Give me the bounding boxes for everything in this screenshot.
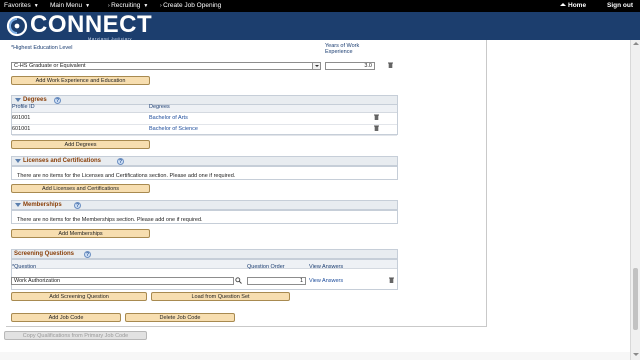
degrees-col-profile-id: Profile ID bbox=[12, 104, 35, 110]
collapse-triangle-icon[interactable] bbox=[15, 159, 21, 163]
add-licenses-button[interactable]: Add Licenses and Certifications bbox=[11, 184, 150, 193]
connect-logo-icon bbox=[6, 15, 28, 37]
brand-header: CONNECT Maryland Judiciary bbox=[0, 12, 640, 41]
help-icon[interactable]: ? bbox=[117, 158, 124, 165]
home-label: Home bbox=[568, 2, 587, 9]
brand-name: CONNECT bbox=[30, 11, 153, 38]
licenses-section-header[interactable]: Licenses and Certifications ? bbox=[11, 156, 398, 166]
main-content: *Highest Education Level Years of Work E… bbox=[0, 40, 630, 360]
breadcrumb-current-page[interactable]: › Create Job Opening bbox=[160, 2, 221, 9]
chevron-down-icon: ▼ bbox=[33, 3, 39, 9]
collapse-triangle-icon[interactable] bbox=[15, 98, 21, 102]
degree-row-link[interactable]: Bachelor of Arts bbox=[149, 115, 188, 121]
degrees-grid-header bbox=[12, 105, 397, 113]
licenses-title: Licenses and Certifications bbox=[23, 158, 102, 164]
education-level-label: *Highest Education Level bbox=[11, 45, 73, 51]
breadcrumb-current-label: Create Job Opening bbox=[163, 2, 222, 9]
add-memberships-button[interactable]: Add Memberships bbox=[11, 229, 150, 238]
add-degrees-button[interactable]: Add Degrees bbox=[11, 140, 150, 149]
screening-col-view: View Answers bbox=[309, 264, 344, 270]
chevron-down-icon: ▼ bbox=[85, 3, 91, 9]
education-level-value: C-HS Graduate or Equivalent bbox=[14, 63, 86, 69]
add-screening-question-button[interactable]: Add Screening Question bbox=[11, 292, 147, 301]
years-experience-input[interactable]: 3.0 bbox=[325, 62, 375, 70]
degrees-col-degrees: Degrees bbox=[149, 104, 170, 110]
help-icon[interactable]: ? bbox=[74, 202, 81, 209]
chevron-down-icon: ▼ bbox=[143, 3, 149, 9]
add-job-code-button[interactable]: Add Job Code bbox=[11, 313, 121, 322]
vertical-scrollbar[interactable] bbox=[630, 40, 640, 360]
view-answers-link[interactable]: View Answers bbox=[309, 278, 343, 284]
degrees-title: Degrees bbox=[23, 97, 47, 103]
load-from-question-set-button[interactable]: Load from Question Set bbox=[151, 292, 290, 301]
memberships-section-header[interactable]: Memberships ? bbox=[11, 200, 398, 210]
screening-title: Screening Questions bbox=[14, 251, 75, 257]
delete-job-code-button[interactable]: Delete Job Code bbox=[125, 313, 235, 322]
degrees-grid bbox=[11, 104, 398, 136]
row-divider bbox=[12, 124, 397, 125]
home-icon bbox=[560, 3, 566, 6]
delete-row-icon[interactable] bbox=[389, 277, 394, 283]
memberships-empty-text: There are no items for the Memberships s… bbox=[17, 217, 203, 223]
licenses-empty-text: There are no items for the Licenses and … bbox=[17, 173, 236, 179]
screening-section-header: Screening Questions ? bbox=[11, 249, 398, 259]
question-order-input[interactable]: 1 bbox=[247, 277, 306, 285]
menu-favorites-label: Favorites bbox=[4, 2, 31, 9]
scroll-down-arrow-icon[interactable] bbox=[633, 353, 639, 356]
home-link[interactable]: Home bbox=[560, 2, 586, 9]
menu-recruiting[interactable]: › Recruiting ▼ bbox=[108, 2, 148, 9]
scroll-up-arrow-icon[interactable] bbox=[633, 42, 639, 45]
screening-col-order: Question Order bbox=[247, 264, 285, 270]
years-experience-label-line2: Experience bbox=[325, 49, 353, 55]
lookup-magnifier-icon[interactable] bbox=[235, 277, 242, 284]
signout-link[interactable]: Sign out bbox=[607, 2, 633, 9]
help-icon[interactable]: ? bbox=[84, 251, 91, 258]
degree-row-link[interactable]: Bachelor of Science bbox=[149, 126, 198, 132]
degree-row-profile-id: 601001 bbox=[12, 115, 31, 121]
copy-qualifications-button[interactable]: Copy Qualifications from Primary Job Cod… bbox=[4, 331, 147, 340]
collapse-triangle-icon[interactable] bbox=[15, 203, 21, 207]
delete-row-icon[interactable] bbox=[374, 125, 379, 131]
degree-row-profile-id: 601001 bbox=[12, 126, 31, 132]
delete-row-icon[interactable] bbox=[388, 62, 393, 68]
menu-main-menu[interactable]: Main Menu ▼ bbox=[50, 2, 90, 9]
add-work-experience-button[interactable]: Add Work Experience and Education bbox=[11, 76, 150, 85]
education-level-select[interactable]: C-HS Graduate or Equivalent bbox=[11, 62, 321, 70]
scrollbar-thumb[interactable] bbox=[633, 268, 638, 330]
memberships-title: Memberships bbox=[23, 202, 62, 208]
question-input[interactable]: Work Authorization bbox=[11, 277, 234, 285]
help-icon[interactable]: ? bbox=[54, 97, 61, 104]
row-divider bbox=[12, 135, 397, 136]
bottom-scroll-area bbox=[0, 352, 630, 360]
screening-col-question: *Question bbox=[12, 264, 37, 270]
delete-row-icon[interactable] bbox=[374, 114, 379, 120]
menu-favorites[interactable]: Favorites ▼ bbox=[4, 2, 39, 9]
dropdown-arrow-icon[interactable] bbox=[312, 63, 320, 69]
menu-main-menu-label: Main Menu bbox=[50, 2, 83, 9]
menu-recruiting-label: Recruiting bbox=[111, 2, 141, 9]
